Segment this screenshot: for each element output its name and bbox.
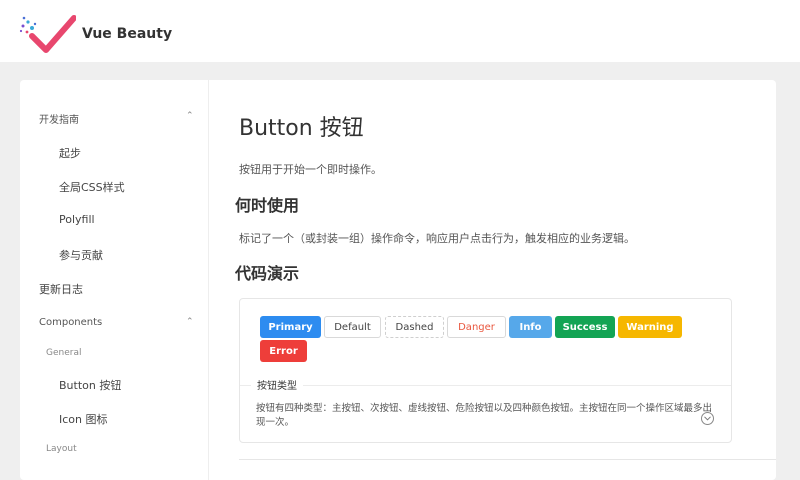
page-intro: 按钮用于开始一个即时操作。 [239, 163, 382, 176]
sidebar-item-icon[interactable]: Icon 图标 [59, 411, 108, 427]
top-header: Vue Beauty [0, 0, 800, 62]
primary-button[interactable]: Primary [260, 316, 321, 338]
demo-meta-description: 按钮有四种类型：主按钮、次按钮、虚线按钮、危险按钮以及四种颜色按钮。主按钮在同一… [256, 403, 713, 428]
sidebar-group-components[interactable]: Components [39, 317, 102, 328]
sidebar-subgroup-layout: Layout [46, 444, 77, 454]
success-button[interactable]: Success [555, 316, 615, 338]
dashed-button[interactable]: Dashed [385, 316, 444, 338]
expand-code-icon[interactable] [701, 412, 714, 425]
demo-box: Primary Default Dashed Danger Info Succe… [239, 298, 732, 443]
error-button[interactable]: Error [260, 340, 307, 362]
sidebar-subgroup-general: General [46, 348, 82, 358]
section-heading-when: 何时使用 [235, 196, 300, 215]
chevron-up-icon[interactable]: ⌃ [186, 111, 194, 121]
info-button[interactable]: Info [509, 316, 552, 338]
warning-button[interactable]: Warning [618, 316, 682, 338]
demo-divider [240, 385, 731, 386]
main-content: Button 按钮 按钮用于开始一个即时操作。 何时使用 标记了一个（或封装一组… [208, 80, 776, 480]
sidebar-item-getting-started[interactable]: 起步 [59, 145, 81, 161]
sidebar-nav: 开发指南 ⌃ 起步 全局CSS样式 Polyfill 参与贡献 更新日志 Com… [20, 80, 209, 480]
vue-beauty-logo-icon[interactable] [18, 8, 76, 54]
page-title: Button 按钮 [239, 116, 364, 141]
sidebar-item-global-css[interactable]: 全局CSS样式 [59, 179, 125, 195]
sidebar-item-changelog[interactable]: 更新日志 [39, 281, 83, 297]
sidebar-item-polyfill[interactable]: Polyfill [59, 213, 95, 226]
content-card: 开发指南 ⌃ 起步 全局CSS样式 Polyfill 参与贡献 更新日志 Com… [20, 80, 776, 480]
section-heading-demo: 代码演示 [235, 264, 300, 283]
chevron-up-icon[interactable]: ⌃ [186, 317, 194, 327]
danger-button[interactable]: Danger [447, 316, 506, 338]
sidebar-item-contribute[interactable]: 参与贡献 [59, 247, 103, 263]
demo-meta-title: 按钮类型 [251, 377, 303, 392]
section-text-when: 标记了一个（或封装一组）操作命令，响应用户点击行为，触发相应的业务逻辑。 [239, 232, 635, 245]
sidebar-group-dev-guide[interactable]: 开发指南 [39, 111, 79, 126]
brand-name[interactable]: Vue Beauty [82, 26, 172, 42]
sidebar-item-button[interactable]: Button 按钮 [59, 377, 121, 393]
default-button[interactable]: Default [324, 316, 381, 338]
